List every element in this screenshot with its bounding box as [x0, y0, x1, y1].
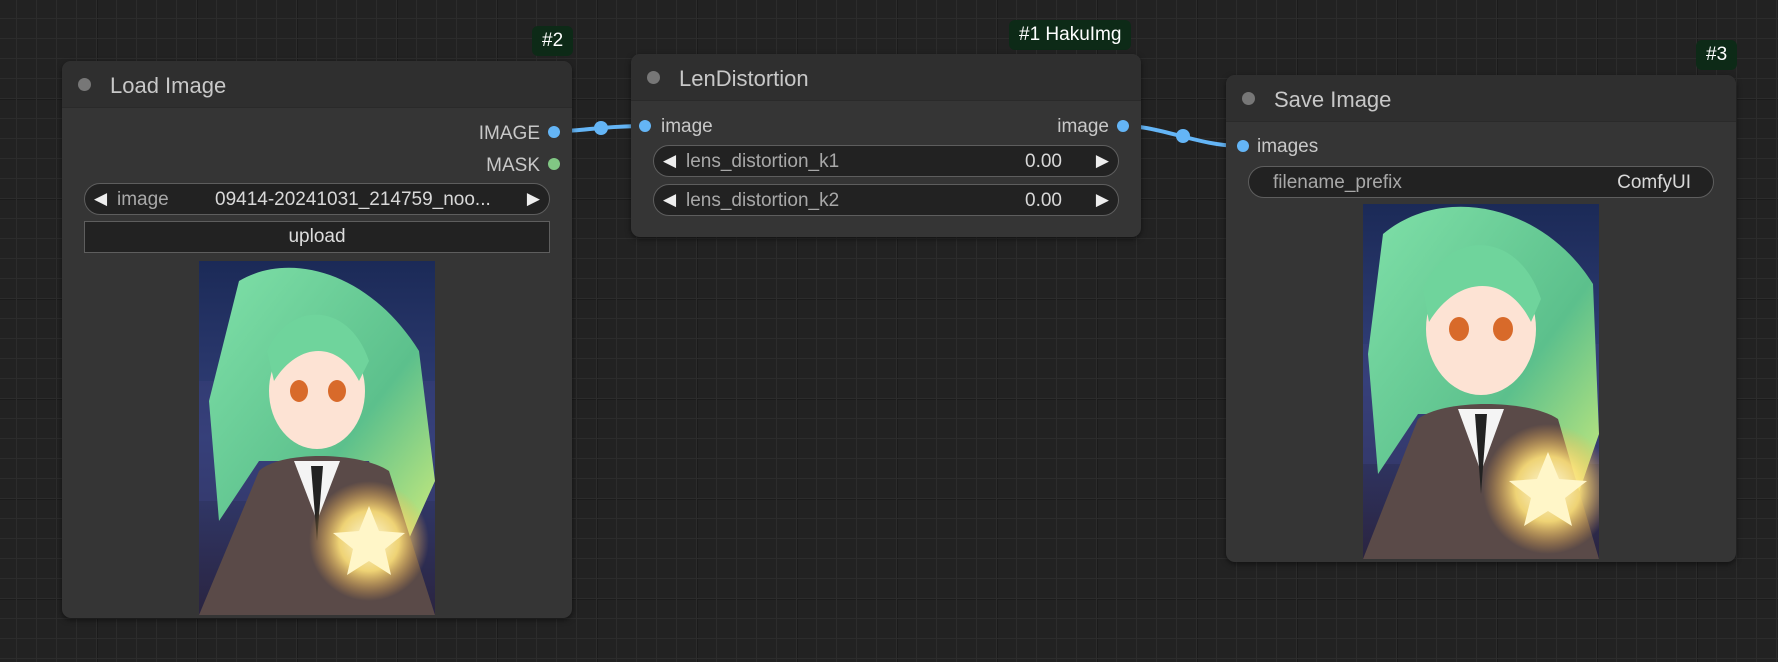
len-distortion-node[interactable]: LenDistortion image image ◀ lens_distort…: [631, 54, 1141, 237]
link-lens-to-save: [1124, 124, 1241, 148]
input-label-images: images: [1257, 136, 1319, 157]
decrement-arrow-icon[interactable]: ◀: [663, 190, 676, 210]
link-midpoint-dot: [594, 121, 608, 135]
widget-value: 09414-20241031_214759_noo...: [215, 189, 491, 210]
lens-distortion-k1-slider[interactable]: ◀ lens_distortion_k1 0.00 ▶: [653, 145, 1119, 177]
output-label-mask: MASK: [486, 155, 540, 176]
node-id-badge-len-distortion: #1 HakuImg: [1009, 20, 1132, 50]
filename-prefix-input[interactable]: filename_prefix ComfyUI: [1248, 166, 1714, 198]
widget-label: image: [117, 189, 169, 210]
collapse-dot-icon[interactable]: [78, 78, 91, 91]
decrement-arrow-icon[interactable]: ◀: [94, 189, 107, 209]
widget-label: lens_distortion_k1: [686, 151, 840, 172]
collapse-dot-icon[interactable]: [647, 71, 660, 84]
node-title: Save Image: [1274, 87, 1392, 112]
output-slot-image[interactable]: [1117, 120, 1129, 132]
collapse-dot-icon[interactable]: [1242, 92, 1255, 105]
output-label-image: IMAGE: [478, 123, 540, 144]
output-slot-mask[interactable]: [548, 158, 560, 170]
widget-value: 0.00: [1025, 190, 1062, 211]
node-id-badge-save-image: #3: [1696, 40, 1738, 70]
node-header[interactable]: Load Image: [62, 61, 572, 108]
input-label-image: image: [661, 116, 713, 137]
widget-label: lens_distortion_k2: [686, 190, 840, 211]
widget-value: ComfyUI: [1617, 172, 1691, 193]
widget-value: 0.00: [1025, 151, 1062, 172]
input-slot-image[interactable]: [639, 120, 651, 132]
save-image-node[interactable]: Save Image images filename_prefix ComfyU…: [1226, 75, 1736, 562]
link-midpoint-dot: [1176, 129, 1190, 143]
load-image-node[interactable]: Load Image IMAGE MASK ◀ image 09414-2024…: [62, 61, 572, 618]
node-title: LenDistortion: [679, 66, 809, 91]
node-id-badge-load-image: #2: [532, 26, 574, 56]
image-preview: [1363, 204, 1599, 559]
image-preview: [199, 261, 435, 615]
node-header[interactable]: LenDistortion: [631, 54, 1141, 101]
node-title: Load Image: [110, 73, 227, 98]
output-label-image: image: [1057, 116, 1109, 137]
decrement-arrow-icon[interactable]: ◀: [663, 151, 676, 171]
increment-arrow-icon[interactable]: ▶: [1096, 151, 1109, 171]
preview-illustration: [1363, 204, 1599, 559]
widget-label: filename_prefix: [1273, 172, 1402, 193]
increment-arrow-icon[interactable]: ▶: [1096, 190, 1109, 210]
increment-arrow-icon[interactable]: ▶: [527, 189, 540, 209]
lens-distortion-k2-slider[interactable]: ◀ lens_distortion_k2 0.00 ▶: [653, 184, 1119, 216]
input-slot-images[interactable]: [1237, 140, 1249, 152]
upload-button[interactable]: upload: [84, 221, 550, 253]
preview-illustration: [199, 261, 435, 615]
node-header[interactable]: Save Image: [1226, 75, 1736, 122]
image-select-combo[interactable]: ◀ image 09414-20241031_214759_noo... ▶: [84, 183, 550, 215]
output-slot-image[interactable]: [548, 126, 560, 138]
